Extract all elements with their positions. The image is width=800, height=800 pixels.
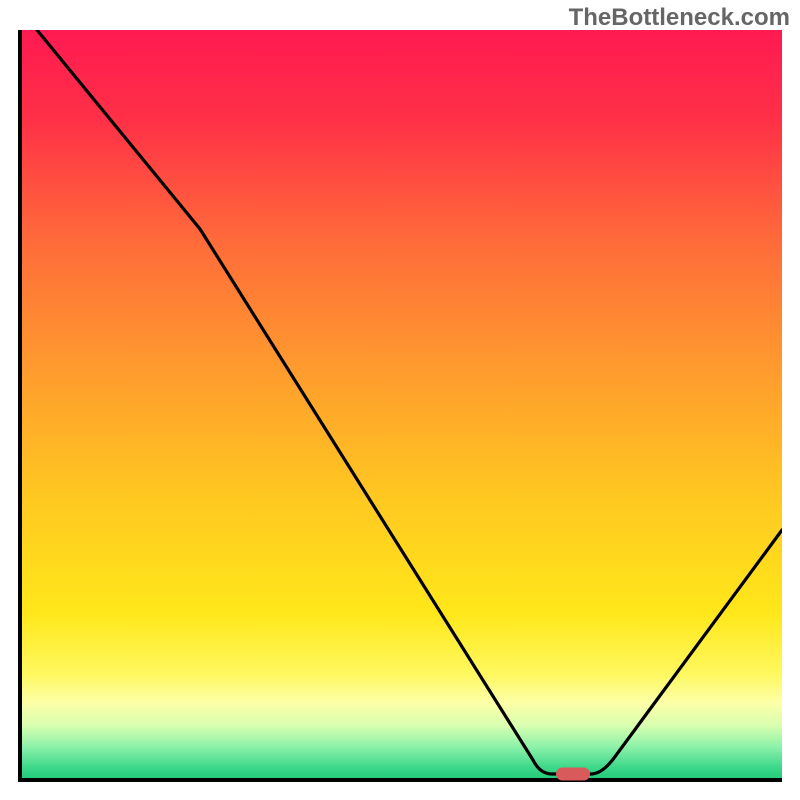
bottleneck-curve — [22, 30, 782, 778]
optimal-marker — [556, 768, 590, 781]
watermark-text: TheBottleneck.com — [569, 4, 790, 32]
chart-container: TheBottleneck.com — [0, 0, 800, 800]
plot-area — [18, 30, 782, 782]
